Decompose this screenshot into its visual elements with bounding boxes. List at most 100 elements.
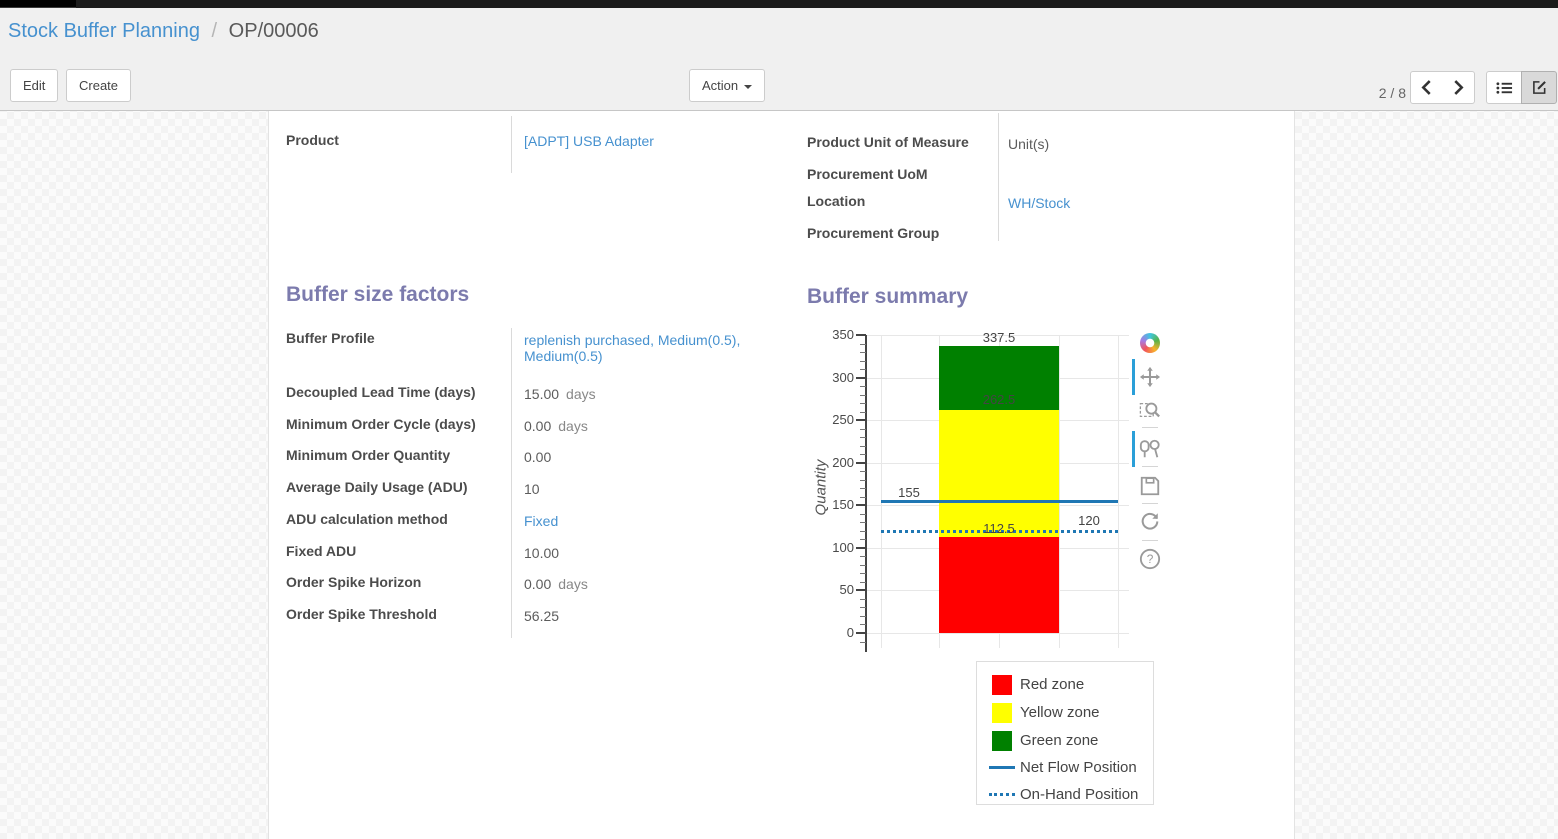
y-axis-minor-tick — [860, 616, 866, 617]
form-sheet: Product[ADPT] USB Adapter Product Unit o… — [268, 111, 1295, 839]
y-axis-minor-tick — [860, 412, 866, 413]
modebar-active-accent — [1132, 359, 1135, 395]
field-value-link[interactable]: WH/Stock — [1008, 195, 1278, 211]
field-value: 15.00 — [524, 386, 559, 402]
modebar-separator — [1142, 540, 1158, 541]
field-unit-suffix: days — [558, 418, 588, 434]
on-hand-line-sample — [989, 793, 1015, 796]
gridline-v — [1059, 335, 1060, 648]
gridline-v — [881, 335, 882, 648]
field-value-row: 0.00days — [524, 576, 779, 592]
compare-hover-icon[interactable] — [1138, 437, 1162, 461]
y-axis-tick-label: 50 — [809, 582, 854, 597]
y-axis-major-tick — [856, 377, 866, 379]
field-label: Fixed ADU — [286, 543, 356, 559]
y-axis-minor-tick — [860, 471, 866, 472]
y-axis-major-tick — [856, 419, 866, 421]
y-axis-major-tick — [856, 504, 866, 506]
legend-label[interactable]: Red zone — [1020, 676, 1084, 693]
y-axis-minor-tick — [860, 531, 866, 532]
y-axis-minor-tick — [860, 514, 866, 515]
legend-label[interactable]: Green zone — [1020, 732, 1098, 749]
create-button[interactable]: Create — [66, 69, 131, 102]
field-value: 56.25 — [524, 608, 559, 624]
list-view-switch-button[interactable] — [1486, 71, 1522, 104]
y-axis-minor-tick — [860, 352, 866, 353]
plotly-logo-icon[interactable] — [1138, 331, 1162, 355]
field-value: 0.00 — [524, 418, 551, 434]
chart-annotation: 337.5 — [983, 330, 1016, 345]
pan-icon[interactable] — [1138, 365, 1162, 389]
edit-button[interactable]: Edit — [10, 69, 58, 102]
field-value: 0.00 — [524, 449, 551, 465]
y-axis-minor-tick — [860, 480, 866, 481]
y-axis-minor-tick — [860, 386, 866, 387]
gridline-h — [866, 633, 1129, 634]
net-flow-line-sample — [989, 766, 1015, 769]
y-axis-line — [865, 335, 867, 652]
pager-previous-button[interactable] — [1410, 71, 1443, 104]
y-axis-minor-tick — [860, 565, 866, 566]
field-value-row: 0.00 days — [524, 418, 779, 434]
field-value-row: 15.00days — [524, 386, 779, 402]
y-axis-minor-tick — [860, 539, 866, 540]
modebar-separator — [1142, 503, 1158, 504]
y-axis-minor-tick — [860, 437, 866, 438]
legend-label[interactable]: Yellow zone — [1020, 704, 1100, 721]
y-axis-minor-tick — [860, 395, 866, 396]
field-value-row: replenish purchased, Medium(0.5), Medium… — [524, 332, 779, 364]
field-label: Minimum Order Cycle (days) — [286, 416, 476, 432]
y-axis-minor-tick — [860, 446, 866, 447]
modebar-active-accent — [1132, 431, 1135, 467]
y-axis-minor-tick — [860, 488, 866, 489]
chart-annotation: 262.5 — [983, 392, 1016, 407]
breadcrumb-current: OP/00006 — [229, 20, 319, 42]
field-value-row: Fixed — [524, 513, 779, 529]
save-icon[interactable] — [1138, 474, 1162, 498]
y-axis-tick-label: 300 — [809, 370, 854, 385]
breadcrumb-separator: / — [212, 20, 218, 42]
y-axis-minor-tick — [860, 642, 866, 643]
field-value-link[interactable]: replenish purchased, Medium(0.5), Medium… — [524, 332, 740, 364]
legend-label[interactable]: On-Hand Position — [1020, 786, 1138, 803]
green-zone-swatch — [992, 731, 1012, 751]
control-panel: Stock Buffer Planning / OP/00006 Edit Cr… — [0, 8, 1558, 111]
chevron-left-icon — [1421, 80, 1432, 95]
net-flow-position-line — [881, 500, 1118, 503]
action-dropdown-button[interactable]: Action — [689, 69, 765, 102]
zoom-box-icon[interactable] — [1138, 398, 1162, 422]
svg-text:?: ? — [1147, 552, 1154, 566]
y-axis-minor-tick — [860, 582, 866, 583]
buffer-factors-separator — [511, 328, 512, 638]
field-value-row: 10 — [524, 481, 779, 497]
field-value-link[interactable]: Fixed — [524, 513, 558, 529]
y-axis-minor-tick — [860, 556, 866, 557]
y-axis-minor-tick — [860, 497, 866, 498]
y-axis-tick-label: 0 — [809, 625, 854, 640]
list-view-icon — [1496, 81, 1513, 95]
reset-axes-icon[interactable] — [1138, 509, 1162, 533]
y-axis-major-tick — [856, 334, 866, 336]
y-axis-minor-tick — [860, 573, 866, 574]
general-left-separator — [511, 116, 512, 173]
breadcrumb-parent-link[interactable]: Stock Buffer Planning — [8, 20, 200, 42]
pager-next-button[interactable] — [1442, 71, 1475, 104]
chart-annotation: 120 — [1078, 513, 1100, 528]
form-view-switch-button[interactable] — [1521, 71, 1557, 104]
y-axis-minor-tick — [860, 522, 866, 523]
chevron-right-icon — [1453, 80, 1464, 95]
help-icon[interactable]: ? — [1138, 547, 1162, 571]
form-view-icon — [1532, 80, 1547, 95]
gridline-v — [1118, 335, 1119, 648]
y-axis-major-tick — [856, 632, 866, 634]
stock-buffer-planning-page: Stock Buffer Planning / OP/00006 Edit Cr… — [0, 0, 1558, 839]
field-label: Product Unit of Measure — [807, 134, 969, 150]
field-value: 10.00 — [524, 545, 559, 561]
modebar-separator — [1142, 466, 1158, 467]
y-axis-minor-tick — [860, 403, 866, 404]
field-value-link[interactable]: [ADPT] USB Adapter — [524, 133, 774, 149]
modebar-separator — [1142, 427, 1158, 428]
field-value-row: 0.00 — [524, 449, 779, 465]
field-value-row: 56.25 — [524, 608, 779, 624]
legend-label[interactable]: Net Flow Position — [1020, 759, 1137, 776]
